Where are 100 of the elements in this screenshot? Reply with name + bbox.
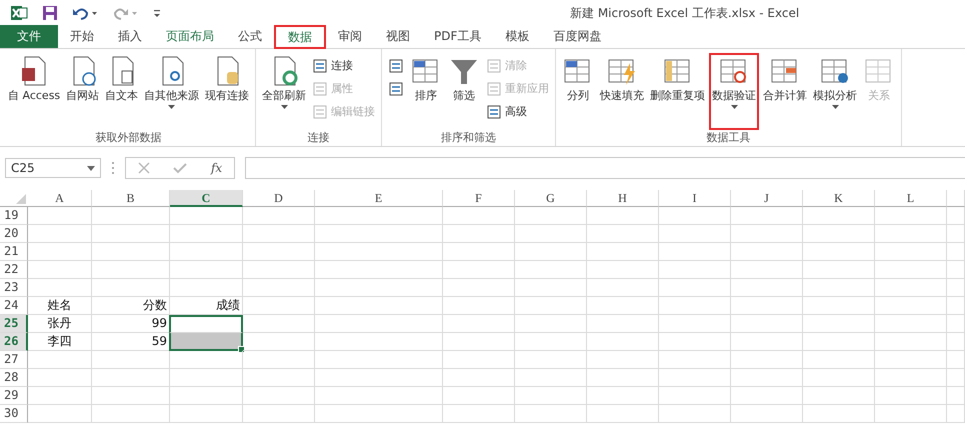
row-header[interactable]: 27 xyxy=(0,351,28,369)
table-cell: 李四 xyxy=(28,333,92,351)
ribbon-tab[interactable]: 视图 xyxy=(374,25,422,48)
ribbon-button[interactable]: 数据验证 xyxy=(709,53,760,130)
column-header[interactable]: L xyxy=(875,190,947,207)
table-cell xyxy=(515,261,587,279)
table-cell xyxy=(947,261,965,279)
table-cell xyxy=(803,387,875,405)
file-tab[interactable]: 文件 xyxy=(0,25,58,48)
table-cell xyxy=(875,297,947,315)
column-header[interactable]: J xyxy=(731,190,803,207)
table-cell xyxy=(659,387,731,405)
checkmark-icon[interactable] xyxy=(173,162,188,174)
group-label: 数据工具 xyxy=(706,130,752,146)
table-cell xyxy=(243,279,315,297)
table-cell xyxy=(515,405,587,423)
grip-icon xyxy=(111,161,115,175)
ribbon-button[interactable]: 删除重复项 xyxy=(648,53,708,130)
fill-handle[interactable] xyxy=(238,346,245,353)
row-header[interactable]: 23 xyxy=(0,279,28,297)
table-cell xyxy=(443,351,515,369)
ribbon-button[interactable]: 现有连接 xyxy=(203,53,252,130)
table-cell xyxy=(443,225,515,243)
ribbon-tab[interactable]: PDF工具 xyxy=(422,25,494,48)
ribbon-button[interactable]: 连接 xyxy=(310,55,378,76)
row-header[interactable]: 26 xyxy=(0,333,28,351)
column-header[interactable]: I xyxy=(659,190,731,207)
table-cell xyxy=(243,243,315,261)
ribbon-tab[interactable]: 开始 xyxy=(58,25,106,48)
table-cell xyxy=(243,207,315,225)
ribbon-tab[interactable]: 插入 xyxy=(106,25,154,48)
table-cell xyxy=(659,279,731,297)
ribbon-button[interactable]: 高级 xyxy=(484,101,552,122)
column-header[interactable]: K xyxy=(803,190,875,207)
row-header[interactable]: 22 xyxy=(0,261,28,279)
column-header[interactable]: D xyxy=(243,190,315,207)
ribbon-tab[interactable]: 百度网盘 xyxy=(541,25,614,48)
table-cell xyxy=(731,279,803,297)
ribbon-tab[interactable]: 模板 xyxy=(493,25,542,48)
save-icon[interactable] xyxy=(42,4,58,20)
row-header[interactable]: 29 xyxy=(0,387,28,405)
table-cell xyxy=(659,333,731,351)
row-header[interactable]: 30 xyxy=(0,405,28,423)
insert-function-button[interactable]: fx xyxy=(210,161,222,175)
ribbon-button[interactable]: 合并计算 xyxy=(761,53,810,130)
table-cell xyxy=(587,315,659,333)
ribbon-button[interactable]: 自网站 xyxy=(64,53,102,130)
ribbon-button[interactable]: 排序 xyxy=(408,53,444,130)
table-cell xyxy=(28,225,92,243)
table-cell xyxy=(731,297,803,315)
table-cell xyxy=(659,351,731,369)
table-cell xyxy=(803,315,875,333)
column-header[interactable]: F xyxy=(443,190,515,207)
row-header[interactable]: 20 xyxy=(0,225,28,243)
table-cell xyxy=(28,351,92,369)
table-cell xyxy=(243,405,315,423)
table-cell xyxy=(515,243,587,261)
ribbon-button[interactable]: 快速填充 xyxy=(598,53,646,130)
column-header[interactable]: C xyxy=(170,190,243,207)
table-cell xyxy=(587,351,659,369)
column-header[interactable]: A xyxy=(28,190,92,207)
table-cell xyxy=(947,243,965,261)
ribbon-button[interactable]: 自文本 xyxy=(103,53,140,130)
table-cell xyxy=(443,405,515,423)
table-cell xyxy=(659,261,731,279)
ribbon-tab[interactable]: 公式 xyxy=(226,25,274,48)
list-icon xyxy=(486,80,502,96)
table-cell xyxy=(28,261,92,279)
table-cell xyxy=(947,333,965,351)
table-cell xyxy=(947,405,965,423)
table-cell xyxy=(875,405,947,423)
table-cell xyxy=(243,351,315,369)
table-cell xyxy=(947,387,965,405)
column-header[interactable]: H xyxy=(587,190,659,207)
table-cell xyxy=(443,261,515,279)
name-box[interactable]: C25 xyxy=(5,158,101,178)
table-cell xyxy=(875,261,947,279)
ribbon-tab[interactable]: 审阅 xyxy=(326,25,374,48)
table-cell: 99 xyxy=(92,315,170,333)
row-header[interactable]: 21 xyxy=(0,243,28,261)
column-header[interactable]: E xyxy=(315,190,443,207)
table-cell xyxy=(515,207,587,225)
ribbon-tab[interactable]: 数据 xyxy=(274,25,326,49)
table-cell xyxy=(803,243,875,261)
ribbon-button[interactable]: 筛选 xyxy=(446,53,482,130)
ribbon-button[interactable]: 模拟分析 xyxy=(811,53,860,130)
ribbon-button[interactable]: 自其他来源 xyxy=(142,53,202,130)
row-header[interactable]: 19 xyxy=(0,207,28,225)
spreadsheet-logo-icon xyxy=(10,4,28,22)
ribbon-button[interactable]: 分列 xyxy=(560,53,596,130)
list-icon xyxy=(388,58,404,74)
ribbon-button[interactable]: 自 Access xyxy=(6,53,62,130)
group-label: 获取外部数据 xyxy=(94,130,163,146)
ribbon-tab[interactable]: 页面布局 xyxy=(154,25,226,48)
column-header[interactable]: G xyxy=(515,190,587,207)
ribbon-button[interactable]: 全部刷新 xyxy=(260,53,308,130)
row-header[interactable]: 28 xyxy=(0,369,28,387)
formula-input[interactable] xyxy=(245,157,965,179)
table-cell xyxy=(731,315,803,333)
row-header[interactable]: 25 xyxy=(0,315,28,333)
